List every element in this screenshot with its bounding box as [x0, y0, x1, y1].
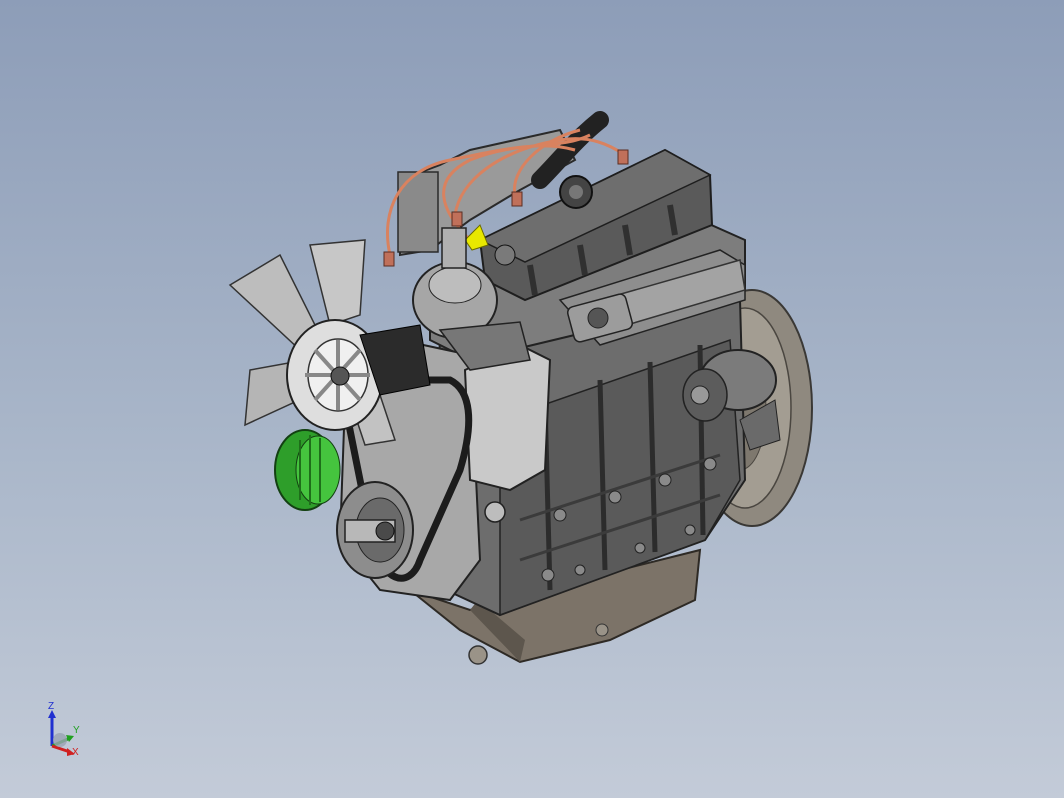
crankshaft-pulley	[336, 481, 414, 579]
graphics-viewport[interactable]: Z Y X	[0, 0, 1064, 798]
x-axis-label: X	[72, 747, 79, 758]
y-axis-label: Y	[73, 725, 80, 736]
z-axis-label: Z	[48, 701, 55, 712]
tensioner-bolt	[484, 501, 506, 523]
sensor-highlight	[464, 224, 489, 251]
oil-filter	[274, 429, 341, 511]
engine-model[interactable]	[0, 0, 1064, 798]
coordinate-triad: Z Y X	[40, 700, 90, 764]
